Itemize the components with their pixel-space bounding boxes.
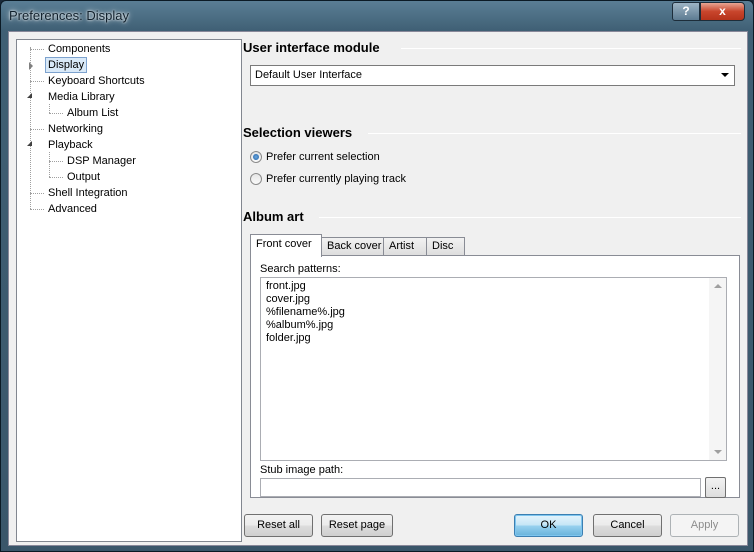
tree-item-shell-integration[interactable]: Shell Integration (46, 185, 130, 201)
section-divider (319, 217, 741, 218)
collapsed-arrow-icon[interactable] (29, 62, 33, 70)
window-title: Preferences: Display (9, 8, 129, 23)
close-button[interactable]: x (700, 2, 745, 21)
expanded-arrow-icon[interactable] (27, 141, 32, 146)
browse-button[interactable]: ... (705, 477, 726, 498)
cancel-button[interactable]: Cancel (593, 514, 662, 537)
ui-module-selected-value: Default User Interface (255, 69, 362, 81)
tree-line (49, 177, 63, 178)
tree-line (30, 209, 44, 210)
tree-line (49, 113, 63, 114)
ui-module-select[interactable]: Default User Interface (250, 65, 735, 86)
tree-item-keyboard-shortcuts[interactable]: Keyboard Shortcuts (46, 73, 147, 89)
section-divider (401, 48, 741, 49)
selection-viewers-header: Selection viewers (243, 125, 353, 140)
tree-item-components[interactable]: Components (46, 41, 112, 57)
search-patterns-label: Search patterns: (260, 263, 341, 275)
tree-item-advanced[interactable]: Advanced (46, 201, 99, 217)
ui-module-header: User interface module (243, 40, 380, 55)
expanded-arrow-icon[interactable] (27, 93, 32, 98)
dialog-client-area: Components Display Keyboard Shortcuts Me… (8, 31, 748, 546)
preferences-tree[interactable]: Components Display Keyboard Shortcuts Me… (16, 39, 242, 542)
stub-image-path-label: Stub image path: (260, 464, 344, 476)
tree-line (30, 129, 44, 130)
scroll-down-icon[interactable] (714, 450, 722, 454)
textarea-scrollbar[interactable] (709, 278, 726, 460)
search-patterns-textarea[interactable]: front.jpg cover.jpg %filename%.jpg %albu… (260, 277, 727, 461)
tree-item-display[interactable]: Display (45, 57, 88, 73)
pattern-line: folder.jpg (266, 332, 311, 344)
tree-item-album-list[interactable]: Album List (65, 105, 120, 121)
tree-line (30, 47, 31, 209)
radio-checked-icon[interactable] (250, 151, 262, 163)
album-art-header: Album art (243, 209, 304, 224)
radio-label: Prefer current selection (266, 151, 380, 163)
radio-prefer-current-selection[interactable]: Prefer current selection (250, 151, 380, 163)
chevron-down-icon (721, 73, 729, 77)
tree-line (30, 49, 44, 50)
preferences-window: Preferences: Display ? x Components Disp… (0, 0, 754, 552)
tree-line (30, 81, 44, 82)
ok-button[interactable]: OK (514, 514, 583, 537)
close-icon: x (719, 4, 726, 18)
pattern-line: cover.jpg (266, 293, 311, 305)
apply-button[interactable]: Apply (670, 514, 739, 537)
radio-prefer-playing-track[interactable]: Prefer currently playing track (250, 173, 406, 185)
tree-line (49, 104, 50, 113)
reset-page-button[interactable]: Reset page (321, 514, 393, 537)
title-bar: Preferences: Display ? x (1, 1, 753, 31)
tree-line (30, 193, 44, 194)
pattern-line: %filename%.jpg (266, 306, 345, 318)
tree-line (49, 152, 50, 177)
tree-item-playback[interactable]: Playback (46, 137, 95, 153)
tree-item-dsp-manager[interactable]: DSP Manager (65, 153, 138, 169)
tree-item-media-library[interactable]: Media Library (46, 89, 117, 105)
front-cover-panel: Search patterns: front.jpg cover.jpg %fi… (250, 255, 740, 498)
help-button[interactable]: ? (672, 2, 700, 21)
tab-back-cover[interactable]: Back cover (321, 237, 384, 256)
section-divider (368, 133, 741, 134)
radio-label: Prefer currently playing track (266, 173, 406, 185)
radio-unchecked-icon[interactable] (250, 173, 262, 185)
reset-all-button[interactable]: Reset all (244, 514, 313, 537)
scroll-up-icon[interactable] (714, 284, 722, 288)
tab-front-cover[interactable]: Front cover (250, 234, 322, 257)
stub-image-path-input[interactable] (260, 478, 701, 497)
tab-artist[interactable]: Artist (383, 237, 427, 256)
tree-item-networking[interactable]: Networking (46, 121, 105, 137)
pattern-line: %album%.jpg (266, 319, 334, 331)
tab-disc[interactable]: Disc (426, 237, 465, 256)
pattern-line: front.jpg (266, 280, 306, 292)
tree-line (49, 161, 63, 162)
tree-item-output[interactable]: Output (65, 169, 102, 185)
